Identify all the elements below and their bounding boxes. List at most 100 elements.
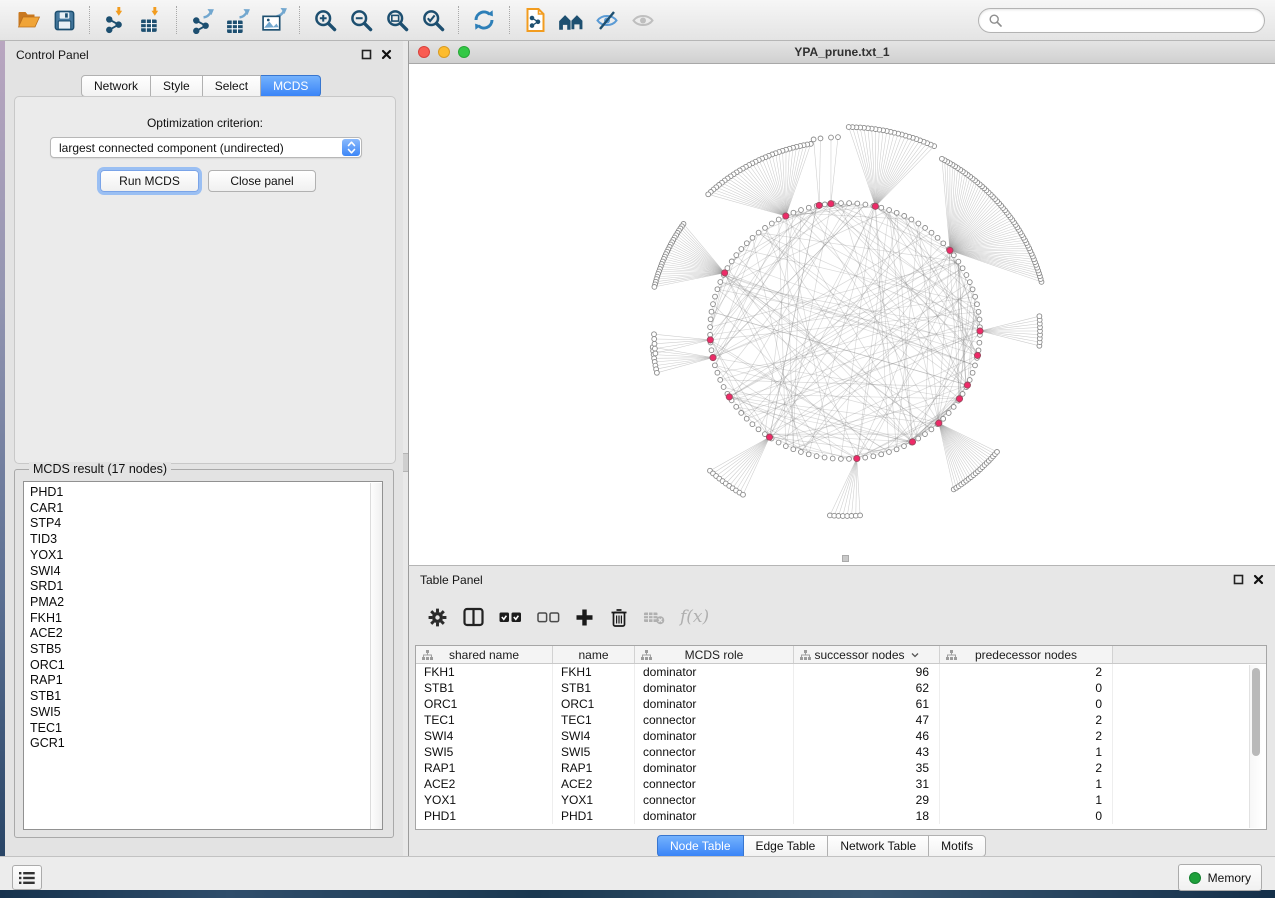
graph-node[interactable] <box>652 341 657 346</box>
graph-node[interactable] <box>956 259 961 264</box>
deselect-all-button[interactable] <box>537 610 560 624</box>
table-scrollbar[interactable] <box>1249 665 1263 828</box>
graph-node[interactable] <box>721 385 726 390</box>
scrollbar-thumb[interactable] <box>1252 668 1260 756</box>
graph-node[interactable] <box>814 454 819 459</box>
dominator-node[interactable] <box>936 420 942 426</box>
graph-node[interactable] <box>935 235 940 240</box>
mcds-result-item[interactable]: GCR1 <box>30 736 382 752</box>
graph-node[interactable] <box>715 287 720 292</box>
graph-node[interactable] <box>783 444 788 449</box>
graph-node[interactable] <box>846 125 851 130</box>
zoom-in-button[interactable] <box>307 3 343 37</box>
open-file-button[interactable] <box>10 3 46 37</box>
mcds-result-item[interactable]: RAP1 <box>30 673 382 689</box>
minimize-window-button[interactable] <box>438 46 450 58</box>
table-row[interactable]: ORC1ORC1dominator610 <box>416 696 1266 712</box>
zoom-fit-button[interactable] <box>379 3 415 37</box>
delete-row-button[interactable] <box>609 607 629 628</box>
graph-node[interactable] <box>744 416 749 421</box>
column-header-successor-nodes[interactable]: successor nodes <box>794 646 940 663</box>
mcds-result-item[interactable]: PHD1 <box>30 485 382 501</box>
graph-node[interactable] <box>923 226 928 231</box>
first-neighbors-button[interactable] <box>553 3 589 37</box>
graph-node[interactable] <box>970 370 975 375</box>
graph-node[interactable] <box>769 221 774 226</box>
graph-node[interactable] <box>776 440 781 445</box>
mcds-result-item[interactable]: YOX1 <box>30 548 382 564</box>
graph-node[interactable] <box>951 405 956 410</box>
graph-node[interactable] <box>713 294 718 299</box>
graph-node[interactable] <box>709 309 714 314</box>
import-network-button[interactable] <box>97 3 133 37</box>
dominator-node[interactable] <box>766 434 772 440</box>
table-row[interactable]: SWI4SWI4dominator462 <box>416 728 1266 744</box>
graph-node[interactable] <box>830 456 835 461</box>
graph-node[interactable] <box>847 201 852 206</box>
graph-node[interactable] <box>894 447 899 452</box>
graph-node[interactable] <box>744 241 749 246</box>
dominator-node[interactable] <box>872 203 878 209</box>
graph-node[interactable] <box>750 422 755 427</box>
graph-node[interactable] <box>887 208 892 213</box>
tab-node-table[interactable]: Node Table <box>657 835 744 857</box>
show-columns-button[interactable] <box>463 607 484 627</box>
graph-node[interactable] <box>709 348 714 353</box>
graph-node[interactable] <box>916 221 921 226</box>
graph-node[interactable] <box>909 217 914 222</box>
graph-node[interactable] <box>652 285 657 290</box>
export-table-button[interactable] <box>220 3 256 37</box>
table-row[interactable]: TEC1TEC1connector472 <box>416 712 1266 728</box>
graph-node[interactable] <box>977 340 982 345</box>
table-row[interactable]: STB1STB1dominator620 <box>416 680 1266 696</box>
dominator-node[interactable] <box>909 439 915 445</box>
mcds-result-item[interactable]: ORC1 <box>30 658 382 674</box>
graph-node[interactable] <box>822 202 827 207</box>
dominator-node[interactable] <box>956 396 962 402</box>
graph-node[interactable] <box>729 259 734 264</box>
mcds-result-item[interactable]: CAR1 <box>30 501 382 517</box>
export-image-button[interactable] <box>256 3 292 37</box>
graph-node[interactable] <box>929 230 934 235</box>
graph-node[interactable] <box>776 217 781 222</box>
table-row[interactable]: YOX1YOX1connector291 <box>416 792 1266 808</box>
graph-node[interactable] <box>818 136 823 141</box>
dominator-node[interactable] <box>964 382 970 388</box>
graph-node[interactable] <box>763 226 768 231</box>
zoom-window-button[interactable] <box>458 46 470 58</box>
graph-node[interactable] <box>706 192 711 197</box>
graph-node[interactable] <box>847 457 852 462</box>
graph-node[interactable] <box>806 452 811 457</box>
graph-node[interactable] <box>739 247 744 252</box>
mcds-result-item[interactable]: SRD1 <box>30 579 382 595</box>
graph-node[interactable] <box>941 416 946 421</box>
mcds-result-item[interactable]: TID3 <box>30 532 382 548</box>
graph-node[interactable] <box>855 201 860 206</box>
graph-node[interactable] <box>756 427 761 432</box>
dominator-node[interactable] <box>854 455 860 461</box>
mcds-result-item[interactable]: STP4 <box>30 516 382 532</box>
mcds-result-item[interactable]: PMA2 <box>30 595 382 611</box>
run-mcds-button[interactable]: Run MCDS <box>100 170 199 192</box>
tab-mcds[interactable]: MCDS <box>261 75 321 97</box>
graph-node[interactable] <box>858 513 863 518</box>
close-window-button[interactable] <box>418 46 430 58</box>
graph-node[interactable] <box>879 452 884 457</box>
graph-node[interactable] <box>791 210 796 215</box>
graph-node[interactable] <box>718 280 723 285</box>
graph-node[interactable] <box>902 214 907 219</box>
mcds-result-item[interactable]: TEC1 <box>30 721 382 737</box>
table-row[interactable]: FKH1FKH1dominator962 <box>416 664 1266 680</box>
column-header-predecessor-nodes[interactable]: predecessor nodes <box>940 646 1113 663</box>
graph-node[interactable] <box>750 235 755 240</box>
graph-node[interactable] <box>734 404 739 409</box>
graph-node[interactable] <box>715 370 720 375</box>
hide-selected-button[interactable] <box>589 3 625 37</box>
graph-node[interactable] <box>839 201 844 206</box>
graph-node[interactable] <box>951 253 956 258</box>
graph-node[interactable] <box>829 135 834 140</box>
graph-node[interactable] <box>652 332 657 337</box>
network-canvas[interactable] <box>409 64 1275 565</box>
table-row[interactable]: PHD1PHD1dominator180 <box>416 808 1266 824</box>
dominator-node[interactable] <box>816 202 822 208</box>
